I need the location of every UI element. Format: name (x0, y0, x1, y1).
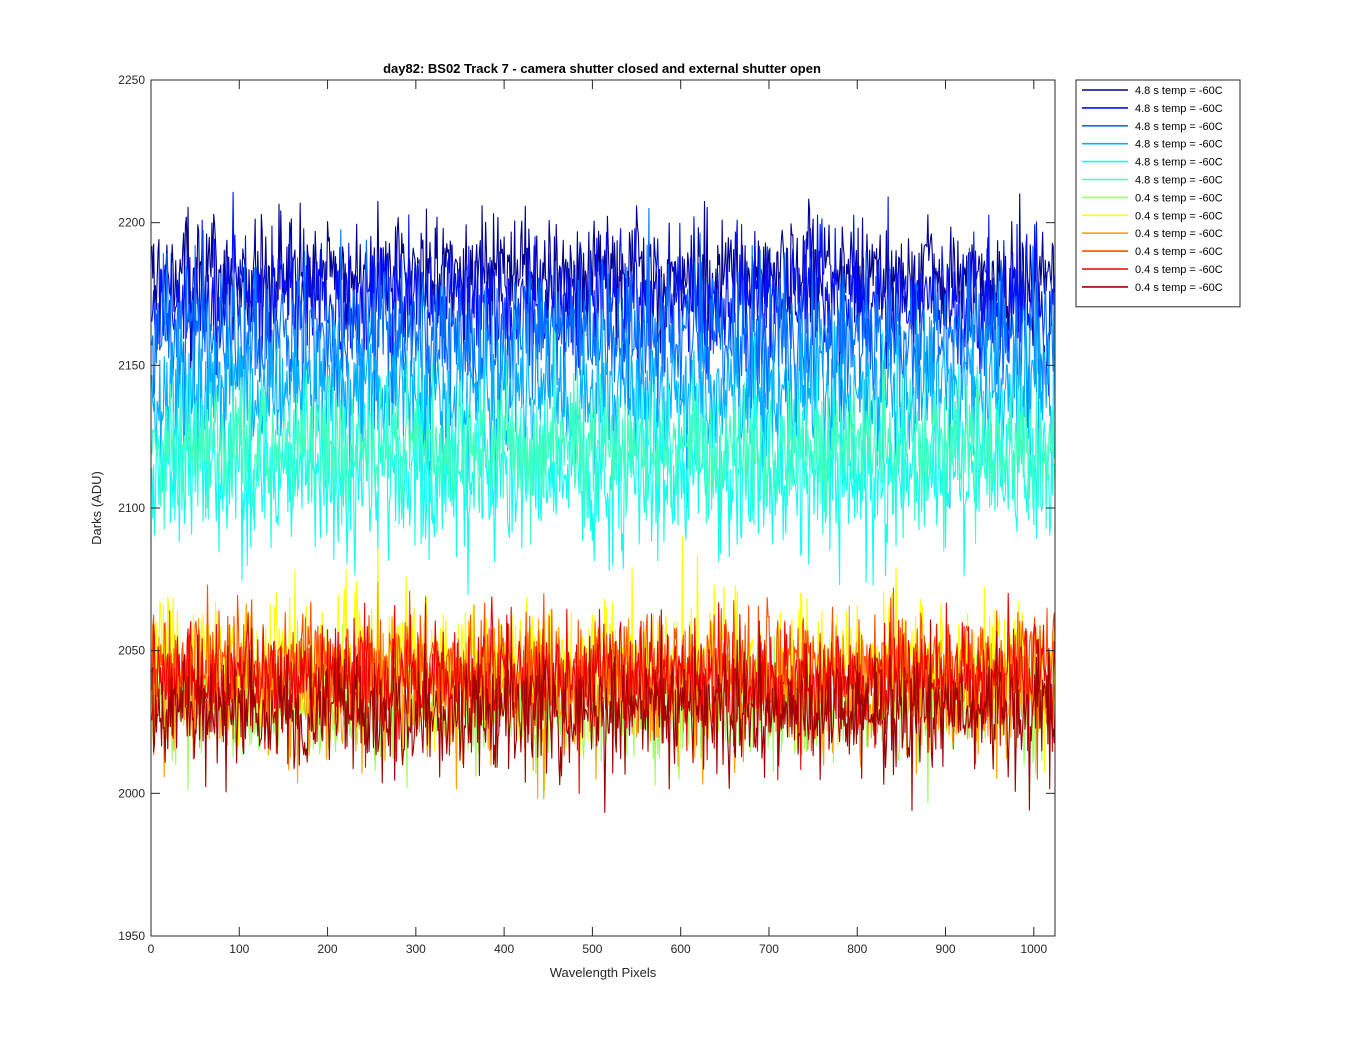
legend-label-1: 4.8 s temp = -60C (1135, 85, 1223, 97)
x-tick-label: 100 (229, 942, 249, 956)
x-tick-label: 300 (406, 942, 426, 956)
legend-label-12: 0.4 s temp = -60C (1135, 282, 1223, 294)
y-tick-label: 2000 (118, 786, 145, 800)
legend-label-2: 4.8 s temp = -60C (1135, 103, 1223, 115)
y-tick-label: 2100 (118, 501, 145, 515)
x-tick-label: 800 (847, 942, 867, 956)
legend: 4.8 s temp = -60C 4.8 s temp = -60C 4.8 s … (1075, 79, 1241, 308)
y-tick-label: 2050 (118, 644, 145, 658)
y-axis-label: Darks (ADU) (89, 471, 104, 545)
y-tick-label: 2250 (118, 73, 145, 87)
legend-label-8: 0.4 s temp = -60C (1135, 210, 1223, 222)
legend-label-9: 0.4 s temp = -60C (1135, 228, 1223, 240)
legend-label-5: 4.8 s temp = -60C (1135, 157, 1223, 169)
y-tick-label: 2150 (118, 358, 145, 372)
legend-label-4: 4.8 s temp = -60C (1135, 139, 1223, 151)
legend-label-7: 0.4 s temp = -60C (1135, 192, 1223, 204)
x-tick-label: 200 (318, 942, 338, 956)
legend-label-6: 4.8 s temp = -60C (1135, 175, 1223, 187)
x-tick-label: 900 (936, 942, 956, 956)
chart-title: day82: BS02 Track 7 - camera shutter clo… (383, 61, 821, 76)
y-tick-label: 1950 (118, 929, 145, 943)
legend-label-11: 0.4 s temp = -60C (1135, 264, 1223, 276)
legend-label-10: 0.4 s temp = -60C (1135, 246, 1223, 258)
x-tick-label: 400 (494, 942, 514, 956)
x-axis-label: Wavelength Pixels (550, 965, 657, 980)
x-tick-label: 1000 (1020, 942, 1047, 956)
x-tick-label: 0 (148, 942, 155, 956)
x-tick-label: 500 (582, 942, 602, 956)
y-tick-label: 2200 (118, 216, 145, 230)
legend-label-3: 4.8 s temp = -60C (1135, 121, 1223, 133)
x-tick-label: 700 (759, 942, 779, 956)
chart-figure: day82: BS02 Track 7 - camera shutter clo… (0, 0, 1350, 1050)
x-tick-label: 600 (671, 942, 691, 956)
